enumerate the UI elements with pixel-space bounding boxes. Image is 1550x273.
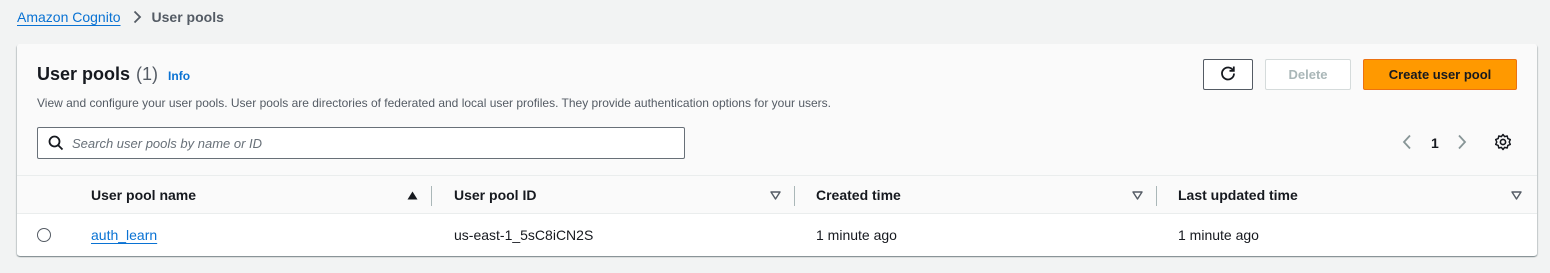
column-label: Last updated time [1178,187,1298,203]
column-divider [431,186,432,206]
column-label: User pool name [91,187,197,203]
sort-unsorted-icon [1132,190,1143,200]
sort-unsorted-icon [1511,190,1522,200]
cell-user-pool-name: auth_learn [91,214,157,255]
column-header-user-pool-id[interactable]: User pool ID [454,176,794,214]
refresh-button[interactable] [1203,59,1253,90]
sort-unsorted-icon [770,190,781,200]
breadcrumb-link-amazon-cognito[interactable]: Amazon Cognito [17,9,121,25]
title-row: User pools (1) Info [37,64,190,86]
current-page-number[interactable]: 1 [1431,133,1439,153]
column-label: User pool ID [454,187,537,203]
chevron-right-icon [133,10,142,24]
column-divider [1156,186,1157,206]
user-pools-panel: User pools (1) Info View and configure y… [17,44,1537,256]
sort-ascending-icon [407,191,418,200]
breadcrumb: Amazon Cognito User pools [17,8,224,26]
column-header-created-time[interactable]: Created time [816,176,1156,214]
search-field [37,127,685,159]
search-input[interactable] [72,135,662,151]
column-divider [794,186,795,206]
create-user-pool-button[interactable]: Create user pool [1363,59,1517,90]
user-pool-link[interactable]: auth_learn [91,227,157,243]
column-header-user-pool-name[interactable]: User pool name [91,176,431,214]
search-icon [48,135,64,151]
delete-button[interactable]: Delete [1265,59,1351,90]
next-page-button[interactable] [1457,133,1467,153]
table-row[interactable]: auth_learn us-east-1_5sC8iCN2S 1 minute … [17,214,1537,255]
breadcrumb-current: User pools [151,9,224,25]
gear-icon [1494,133,1512,154]
column-header-last-updated-time[interactable]: Last updated time [1178,176,1528,214]
panel-description: View and configure your user pools. User… [37,96,831,110]
refresh-icon [1219,64,1237,85]
chevron-right-icon [1457,134,1467,153]
chevron-left-icon [1402,134,1412,153]
page-title: User pools [37,64,131,84]
column-label: Created time [816,187,901,203]
item-count: (1) [136,64,159,84]
info-link[interactable]: Info [168,69,190,83]
table-header: User pool name User pool ID Created time… [17,175,1537,214]
table-settings-button[interactable] [1493,133,1513,153]
previous-page-button[interactable] [1402,133,1412,153]
panel-header: User pools (1) Info View and configure y… [17,44,1537,175]
cell-user-pool-id: us-east-1_5sC8iCN2S [454,226,594,243]
cell-created-time: 1 minute ago [816,226,897,243]
cell-last-updated-time: 1 minute ago [1178,226,1259,243]
row-select-radio[interactable] [37,228,51,242]
